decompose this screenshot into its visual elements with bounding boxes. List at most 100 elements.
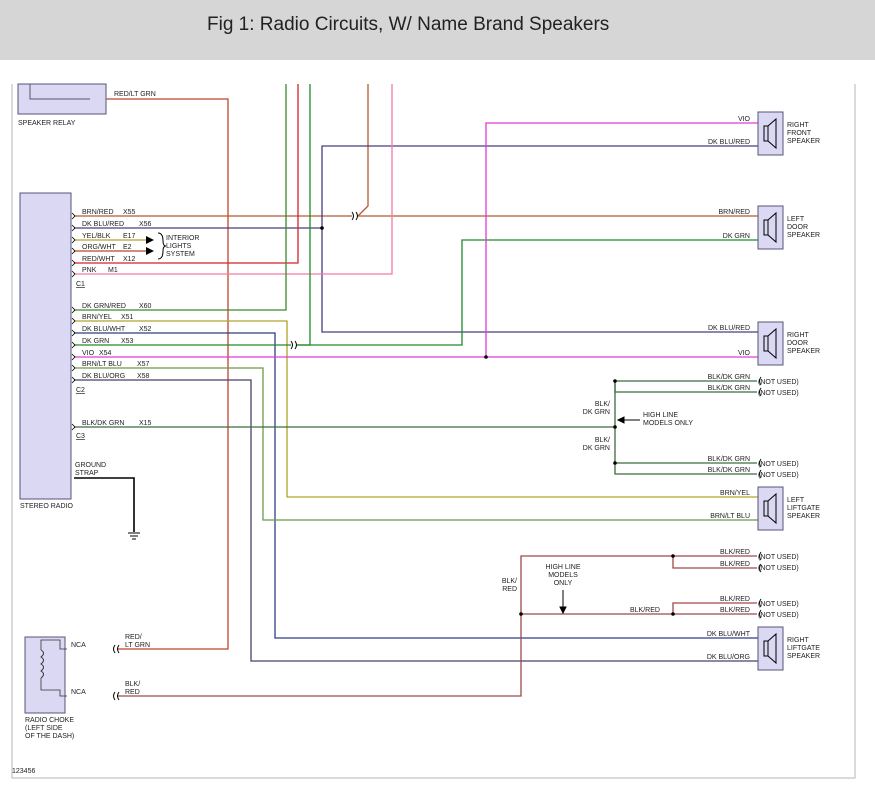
rd-speaker-wire-dk-blu-red: DK BLU/RED (708, 325, 750, 332)
blk-dk-grn-split-label-bot-2: DK GRN (583, 445, 610, 452)
radio-pin-circuit-label: E17 (123, 233, 136, 240)
high-line-lower-2: MODELS (548, 572, 578, 579)
radio-pin-terminal (71, 353, 76, 361)
splice-blk-dk-grn-bottom (613, 461, 617, 465)
high-line-lower-1: HIGH LINE (545, 564, 580, 571)
right-front-speaker: RIGHTFRONTSPEAKER (757, 111, 820, 156)
radio-pin-wire-label: VIO (82, 350, 95, 357)
speaker-relay-label: SPEAKER RELAY (18, 120, 76, 127)
speaker-name-label: SPEAKER (787, 232, 820, 239)
interior-lights-brace (157, 232, 167, 260)
speaker-housing (757, 205, 784, 250)
wire-pnk (74, 84, 393, 275)
speaker-housing (757, 111, 784, 156)
speaker-name-label: RIGHT (787, 332, 810, 339)
not-used-5: (NOT USED) (758, 554, 799, 561)
connector-c3: C3 (76, 433, 85, 440)
radio-pin-wire-label: PNK (82, 267, 97, 274)
blk-dk-grn-split-label-top-2: DK GRN (583, 409, 610, 416)
radio-pin-terminal (71, 317, 76, 325)
ground-strap-label-2: STRAP (75, 470, 99, 477)
radio-pin-circuit-label: X52 (139, 326, 152, 333)
radio-choke-label-3: OF THE DASH) (25, 733, 74, 740)
ld-speaker-wire-brn-red: BRN/RED (718, 209, 750, 216)
radio-pin-circuit-label: X58 (137, 373, 150, 380)
speaker-name-label: DOOR (787, 340, 808, 347)
radio-pin-circuit-label: X12 (123, 256, 136, 263)
speaker-name-label: LIFTGATE (787, 645, 820, 652)
splice-vio (484, 355, 488, 359)
left-door-speaker: LEFTDOORSPEAKER (757, 205, 820, 250)
blk-dk-grn-split-label-bot-1: BLK/ (595, 437, 610, 444)
radio-pin-circuit-label: X56 (139, 221, 152, 228)
splice-blk-red-top (671, 554, 675, 558)
not-used-1: (NOT USED) (758, 379, 799, 386)
speaker-name-label: SPEAKER (787, 513, 820, 520)
radio-pin-wire-label: DK BLU/RED (82, 221, 124, 228)
speaker-housing (757, 321, 784, 366)
blk-red-split-label-2: RED (502, 586, 517, 593)
radio-pin-terminal (71, 341, 76, 349)
ld-speaker-wire-dk-grn: DK GRN (723, 233, 750, 240)
choke-top-wire-1: RED/ (125, 634, 142, 641)
radio-pin-terminal (71, 364, 76, 372)
radio-pin-circuit-label: X60 (139, 303, 152, 310)
radio-pin-wire-label: DK BLU/ORG (82, 373, 125, 380)
right-door-speaker: RIGHTDOORSPEAKER (757, 321, 820, 366)
not-used-4: (NOT USED) (758, 472, 799, 479)
blk-dk-grn-branch-1: BLK/DK GRN (708, 374, 750, 381)
blk-red-split-label-1: BLK/ (502, 578, 517, 585)
radio-circuit-diagram: RIGHTFRONTSPEAKERLEFTDOORSPEAKERRIGHTDOO… (11, 83, 856, 779)
radio-pin-terminal (71, 236, 76, 244)
blk-dk-grn-branch-2: BLK/DK GRN (708, 385, 750, 392)
connector-c2: C2 (76, 387, 85, 394)
radio-pin-terminal (71, 259, 76, 267)
stereo-radio-label: STEREO RADIO (20, 503, 73, 510)
not-used-7: (NOT USED) (758, 601, 799, 608)
relay-wire-label: RED/LT GRN (114, 91, 156, 98)
radio-pin-circuit-label: X54 (99, 350, 112, 357)
wire-dk-blu-red-tree (321, 145, 758, 333)
speaker-name-label: RIGHT (787, 637, 810, 644)
radio-choke-label-2: (LEFT SIDE (25, 725, 63, 732)
radio-pin-wire-label: BRN/LT BLU (82, 361, 122, 368)
not-used-6: (NOT USED) (758, 565, 799, 572)
radio-pin-wire-label: BRN/YEL (82, 314, 112, 321)
radio-pin-circuit-label: X51 (121, 314, 134, 321)
blk-red-branch-1: BLK/RED (720, 549, 750, 556)
wire-dk-grn-speaker (297, 239, 758, 346)
speaker-name-label: SPEAKER (787, 138, 820, 145)
stereo-radio-box (19, 192, 72, 500)
rl-speaker-wire-dk-blu-org: DK BLU/ORG (707, 654, 750, 661)
right-liftgate-speaker: RIGHTLIFTGATESPEAKER (757, 626, 820, 671)
speaker-housing (757, 486, 784, 531)
wire-dk-grn-red (74, 84, 287, 311)
ground-strap-label-1: GROUND (75, 462, 106, 469)
radio-pin-wire-label: BRN/RED (82, 209, 114, 216)
radio-pin-circuit-label: X55 (123, 209, 136, 216)
blk-red-branch-4: BLK/RED (720, 607, 750, 614)
radio-pin-terminal (71, 212, 76, 220)
wire-blk-red (117, 555, 673, 697)
radio-choke-label-1: RADIO CHOKE (25, 717, 74, 724)
interior-lights-label-1: INTERIOR (166, 235, 199, 242)
speaker-name-label: DOOR (787, 224, 808, 231)
radio-pin-terminal (71, 247, 76, 255)
wire-dk-grn-up (297, 84, 311, 346)
blk-dk-grn-split-label-top-1: BLK/ (595, 401, 610, 408)
radio-pin-circuit-label: X57 (137, 361, 150, 368)
radio-pin-terminal (71, 224, 76, 232)
speaker-name-label: SPEAKER (787, 653, 820, 660)
choke-pin-top: NCA (71, 642, 86, 649)
radio-pin-circuit-label: X53 (121, 338, 134, 345)
splice-blk-red-bottom (671, 612, 675, 616)
rf-speaker-wire-dk-blu-red: DK BLU/RED (708, 139, 750, 146)
choke-top-wire-2: LT GRN (125, 642, 150, 649)
left-liftgate-speaker: LEFTLIFTGATESPEAKER (757, 486, 820, 531)
radio-pin-circuit-label: E2 (123, 244, 132, 251)
speaker-relay (17, 83, 107, 115)
radio-pin-wire-label: BLK/DK GRN (82, 420, 124, 427)
choke-bottom-wire-1: BLK/ (125, 681, 140, 688)
inline-connector-brn-red (351, 211, 358, 221)
radio-pin-circuit-label: X15 (139, 420, 152, 427)
